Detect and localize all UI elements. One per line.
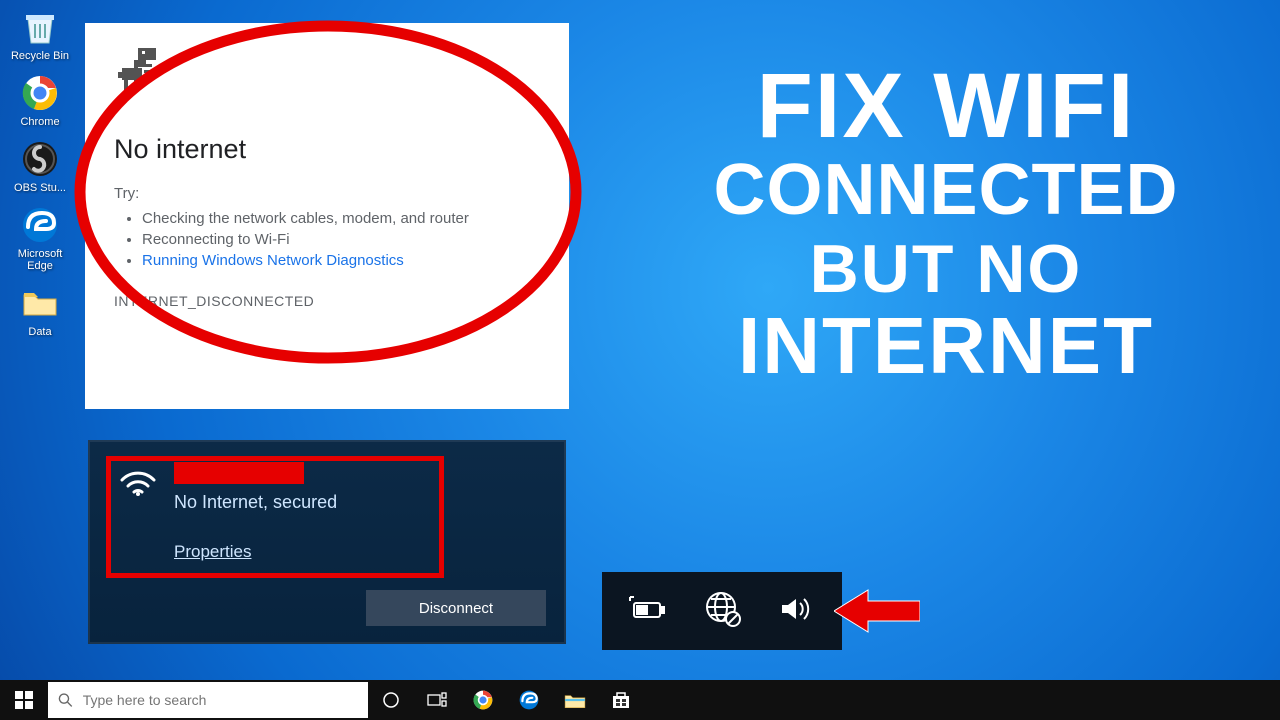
headline-line: INTERNET: [646, 305, 1246, 387]
task-view-button[interactable]: [414, 680, 460, 720]
headline-line: FIX WIFI: [646, 60, 1246, 154]
battery-icon: [628, 595, 668, 628]
taskbar-chrome-icon[interactable]: [460, 680, 506, 720]
icon-label: Microsoft Edge: [6, 248, 74, 272]
icon-label: Chrome: [20, 116, 59, 128]
error-title: No internet: [114, 134, 540, 165]
try-label: Try:: [114, 185, 540, 202]
dino-icon: [114, 48, 540, 100]
cortana-button[interactable]: [368, 680, 414, 720]
ssid-redacted: [174, 462, 304, 484]
taskbar-edge-icon[interactable]: [506, 680, 552, 720]
recycle-bin-icon[interactable]: Recycle Bin: [6, 6, 74, 62]
taskbar: [0, 680, 1280, 720]
headline-line: BUT NO: [646, 235, 1246, 304]
volume-icon[interactable]: [778, 593, 816, 630]
search-input[interactable]: [83, 692, 358, 708]
suggestion-item: Checking the network cables, modem, and …: [142, 210, 540, 227]
obs-icon[interactable]: OBS Stu...: [6, 138, 74, 194]
desktop-icons: Recycle Bin Chrome OBS Stu... Microsoft …: [6, 6, 74, 338]
error-code: INTERNET_DISCONNECTED: [114, 293, 540, 309]
taskbar-explorer-icon[interactable]: [552, 680, 598, 720]
wifi-icon: [118, 466, 158, 501]
icon-label: Recycle Bin: [11, 50, 69, 62]
wifi-status-text: No Internet, secured: [174, 492, 337, 513]
icon-label: Data: [28, 326, 51, 338]
icon-label: OBS Stu...: [14, 182, 66, 194]
diagnostics-link[interactable]: Running Windows Network Diagnostics: [142, 252, 404, 269]
edge-icon[interactable]: Microsoft Edge: [6, 204, 74, 272]
chrome-no-internet-panel: No internet Try: Checking the network ca…: [88, 26, 566, 406]
suggestion-list: Checking the network cables, modem, and …: [142, 210, 540, 269]
start-button[interactable]: [0, 680, 48, 720]
red-arrow-icon: [834, 586, 920, 636]
tray-closeup: [602, 572, 842, 650]
taskbar-store-icon[interactable]: [598, 680, 644, 720]
headline-line: CONNECTED: [646, 154, 1246, 227]
headline-overlay: FIX WIFI CONNECTED BUT NO INTERNET: [646, 60, 1246, 386]
chrome-icon[interactable]: Chrome: [6, 72, 74, 128]
suggestion-item: Reconnecting to Wi-Fi: [142, 231, 540, 248]
folder-icon[interactable]: Data: [6, 282, 74, 338]
wifi-flyout-panel: No Internet, secured Properties Disconne…: [88, 440, 566, 644]
disconnect-button[interactable]: Disconnect: [366, 590, 546, 626]
search-box[interactable]: [48, 682, 368, 718]
search-icon: [58, 692, 73, 708]
properties-link[interactable]: Properties: [174, 542, 251, 562]
network-no-internet-icon[interactable]: [703, 589, 743, 634]
